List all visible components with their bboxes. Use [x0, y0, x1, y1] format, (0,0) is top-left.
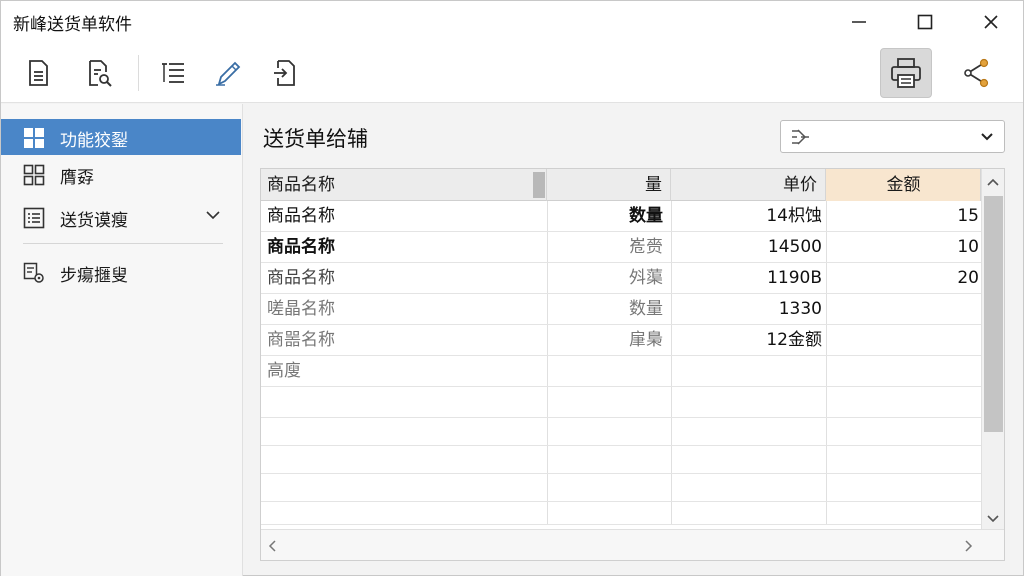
column-header-price[interactable]: 单价: [671, 169, 826, 201]
maximize-button[interactable]: [893, 1, 957, 43]
sidebar-item-label: 功能狡銐: [60, 131, 128, 151]
chevron-down-icon: [206, 211, 220, 220]
cell-quantity: 斘蕖: [629, 268, 663, 288]
cell-price: 12金额: [766, 330, 822, 350]
list-box-icon: [23, 207, 45, 229]
document-search-icon: [89, 60, 112, 87]
cell-name: 嗟晶名称: [267, 299, 335, 319]
cell-amount: [830, 356, 979, 387]
table-row[interactable]: [261, 443, 981, 474]
sidebar-item-label: 步瘍擓叟: [60, 266, 128, 286]
share-icon: [964, 58, 989, 88]
table-row[interactable]: 商噐名称 肁梟 12金额: [261, 325, 981, 356]
scrollbar-thumb[interactable]: [984, 196, 1003, 432]
toolbar-separator: [138, 55, 139, 91]
table-row[interactable]: 商品名称 峞赍 14500 10: [261, 232, 981, 263]
printer-icon: [891, 58, 921, 88]
table-row[interactable]: 高廋: [261, 356, 981, 387]
title-bar: 新峰送货单软件: [1, 1, 1023, 43]
new-document-button[interactable]: [16, 51, 60, 95]
list-button[interactable]: [151, 51, 195, 95]
table-row[interactable]: [261, 415, 981, 446]
grid-icon: [24, 128, 44, 148]
table-row[interactable]: [261, 387, 981, 418]
toolbar: [1, 43, 1023, 103]
export-button[interactable]: [263, 51, 307, 95]
close-icon: [984, 15, 998, 29]
close-button[interactable]: [959, 1, 1023, 43]
cell-quantity: [551, 356, 663, 387]
export-icon: [274, 60, 295, 86]
table-row[interactable]: 商品名称 数量 14枳蚀 15: [261, 201, 981, 232]
sidebar: 功能狡銐 膺孬 送货谟瘦 步瘍擓叟: [1, 104, 243, 576]
column-resize-handle[interactable]: [533, 172, 545, 198]
table-row[interactable]: 商品名称 斘蕖 1190B 20: [261, 263, 981, 294]
horizontal-scrollbar[interactable]: [261, 529, 1004, 560]
cell-name: 商品名称: [267, 237, 335, 257]
sidebar-divider: [23, 243, 223, 244]
sidebar-item-steps[interactable]: 步瘍擓叟: [1, 254, 241, 290]
filter-icon: [792, 129, 809, 145]
cell-amount: [830, 325, 979, 356]
tiles-icon: [23, 164, 45, 186]
column-header-quantity[interactable]: 量: [547, 169, 671, 201]
sidebar-item-functions[interactable]: 功能狡銐: [1, 119, 241, 155]
vertical-scrollbar[interactable]: [981, 169, 1004, 529]
cell-price: [675, 356, 822, 387]
cell-price: 1330: [778, 299, 822, 319]
minimize-button[interactable]: [827, 1, 891, 43]
cell-amount: 20: [957, 268, 979, 288]
column-header-amount[interactable]: 金额: [826, 169, 981, 201]
chevron-left-icon[interactable]: [267, 540, 277, 552]
sidebar-item-label: 送货谟瘦: [60, 211, 128, 231]
settings-doc-icon: [23, 262, 44, 283]
app-title: 新峰送货单软件: [13, 14, 132, 35]
cell-quantity: 峞赍: [629, 237, 663, 257]
table-row[interactable]: 嗟晶名称 数量 1330: [261, 294, 981, 325]
edit-button[interactable]: [206, 51, 250, 95]
cell-quantity: 数量: [629, 206, 663, 226]
cell-name: 商品名称: [267, 206, 335, 226]
sidebar-item-tiles[interactable]: 膺孬: [1, 156, 241, 192]
cell-name: 商品名称: [267, 268, 335, 288]
cell-price: 14500: [767, 237, 822, 257]
grid-header: 商品名称 量 单价 金额: [261, 169, 981, 201]
search-document-button[interactable]: [77, 51, 121, 95]
column-header-name[interactable]: 商品名称: [261, 169, 547, 201]
page-title: 送货单给辅: [263, 127, 368, 151]
app-window: 新峰送货单软件 功能狡銐 膺孬 送货谟瘦 步瘍擓叟 送货单给辅 商品名称 量 单…: [0, 0, 1024, 576]
print-button[interactable]: [880, 48, 932, 98]
share-button[interactable]: [954, 51, 998, 95]
table-row[interactable]: [261, 499, 981, 525]
document-icon: [29, 60, 48, 86]
cell-quantity: 肁梟: [629, 330, 663, 350]
list-icon: [162, 63, 184, 83]
filter-dropdown[interactable]: [780, 120, 1005, 153]
chevron-up-icon[interactable]: [987, 177, 999, 187]
cell-name: 商噐名称: [267, 330, 335, 350]
cell-amount: 10: [957, 237, 979, 257]
maximize-icon: [917, 14, 933, 30]
goods-grid: 商品名称 量 单价 金额 商品名称 数量 14枳蚀 15 商品名称 峞赍 145…: [260, 168, 1005, 561]
cell-price: 1190B: [767, 268, 822, 288]
cell-amount: [830, 294, 979, 325]
chevron-down-icon: [981, 133, 993, 141]
sidebar-item-delivery[interactable]: 送货谟瘦: [1, 199, 241, 235]
cell-quantity: 数量: [629, 299, 663, 319]
chevron-down-icon[interactable]: [987, 514, 999, 524]
cell-name: 高廋: [267, 361, 301, 381]
chevron-right-icon[interactable]: [964, 540, 974, 552]
cell-price: 14枳蚀: [766, 206, 822, 226]
pen-icon: [216, 61, 241, 86]
minimize-icon: [852, 21, 866, 23]
table-row[interactable]: [261, 471, 981, 502]
cell-amount: 15: [957, 206, 979, 226]
sidebar-item-label: 膺孬: [60, 168, 94, 188]
